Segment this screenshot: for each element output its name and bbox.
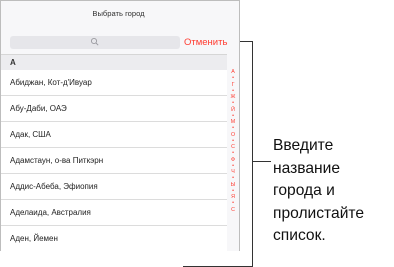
page-title: Выбрать город <box>92 9 145 18</box>
cancel-button[interactable]: Отменить <box>184 37 227 49</box>
section-header: А <box>1 54 227 70</box>
callout-bracket-top <box>240 41 252 42</box>
list-item[interactable]: Адак, США <box>1 122 227 148</box>
callout-pointer-line <box>253 161 271 162</box>
alphabet-index[interactable]: А • Г • Ж • Й • М • О • С • Ф • Ч • Ы • … <box>228 69 238 213</box>
callout-line: название <box>273 159 341 177</box>
callout-text: Введите название города и пролистайте сп… <box>273 135 394 248</box>
list-item[interactable]: Адамстаун, о-ва Питкэрн <box>1 148 227 174</box>
search-icon <box>90 37 99 46</box>
list-item[interactable]: Абу-Даби, ОАЭ <box>1 96 227 122</box>
callout-line: пролистайте <box>273 204 365 222</box>
callout-bracket-vertical <box>252 41 253 267</box>
list-item[interactable]: Аделаида, Австралия <box>1 200 227 226</box>
callout-line: города и <box>273 182 335 199</box>
list-item[interactable]: Абиджан, Кот-д'Ивуар <box>1 70 227 96</box>
list-item[interactable]: Аден, Йемен <box>1 226 227 251</box>
index-letter[interactable]: С <box>231 207 235 213</box>
city-picker-screen: Выбрать город Отменить А Абиджан, Кот-д'… <box>0 0 240 251</box>
callout-line: список. <box>273 227 326 244</box>
search-input[interactable] <box>10 36 180 49</box>
list-item[interactable]: Аддис-Абеба, Эфиопия <box>1 174 227 200</box>
callout-line: Введите <box>273 137 334 154</box>
city-list: А Абиджан, Кот-д'Ивуар Абу-Даби, ОАЭ Ада… <box>1 54 227 251</box>
